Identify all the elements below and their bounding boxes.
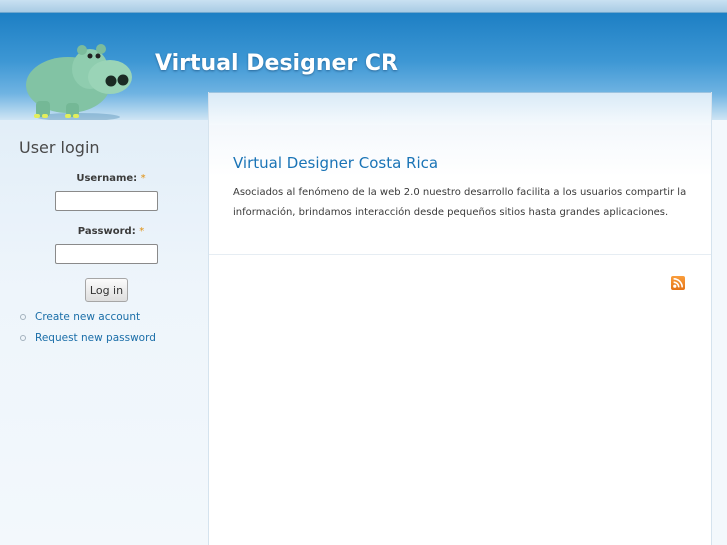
site-name[interactable]: Virtual Designer CR xyxy=(155,51,398,76)
user-links: Create new account Request new password xyxy=(20,310,156,352)
node-title[interactable]: Virtual Designer Costa Rica xyxy=(233,154,438,172)
top-bar xyxy=(0,0,727,13)
hippo-logo[interactable] xyxy=(22,33,134,125)
main-content: Virtual Designer Costa Rica Asociados al… xyxy=(208,92,712,545)
request-password-link[interactable]: Request new password xyxy=(35,332,156,344)
password-input[interactable] xyxy=(55,244,158,264)
username-label: Username: * xyxy=(55,173,167,184)
required-marker: * xyxy=(140,173,146,184)
sidebar: User login Username: * Password: * Log i… xyxy=(0,120,208,545)
list-item: Request new password xyxy=(20,331,156,352)
username-label-text: Username: xyxy=(76,173,138,184)
content-header-strip xyxy=(209,92,711,126)
user-login-title: User login xyxy=(19,138,100,157)
password-label: Password: * xyxy=(55,226,167,237)
required-marker: * xyxy=(139,226,145,237)
username-input[interactable] xyxy=(55,191,158,211)
bullet-icon xyxy=(20,335,26,341)
intro-node: Virtual Designer Costa Rica Asociados al… xyxy=(209,125,711,255)
rss-feed-icon[interactable] xyxy=(671,276,685,290)
node-body: Asociados al fenómeno de la web 2.0 nues… xyxy=(233,187,687,218)
list-item: Create new account xyxy=(20,310,156,331)
password-label-text: Password: xyxy=(77,226,136,237)
create-account-link[interactable]: Create new account xyxy=(35,311,140,323)
login-button[interactable]: Log in xyxy=(85,278,128,302)
bullet-icon xyxy=(20,314,26,320)
